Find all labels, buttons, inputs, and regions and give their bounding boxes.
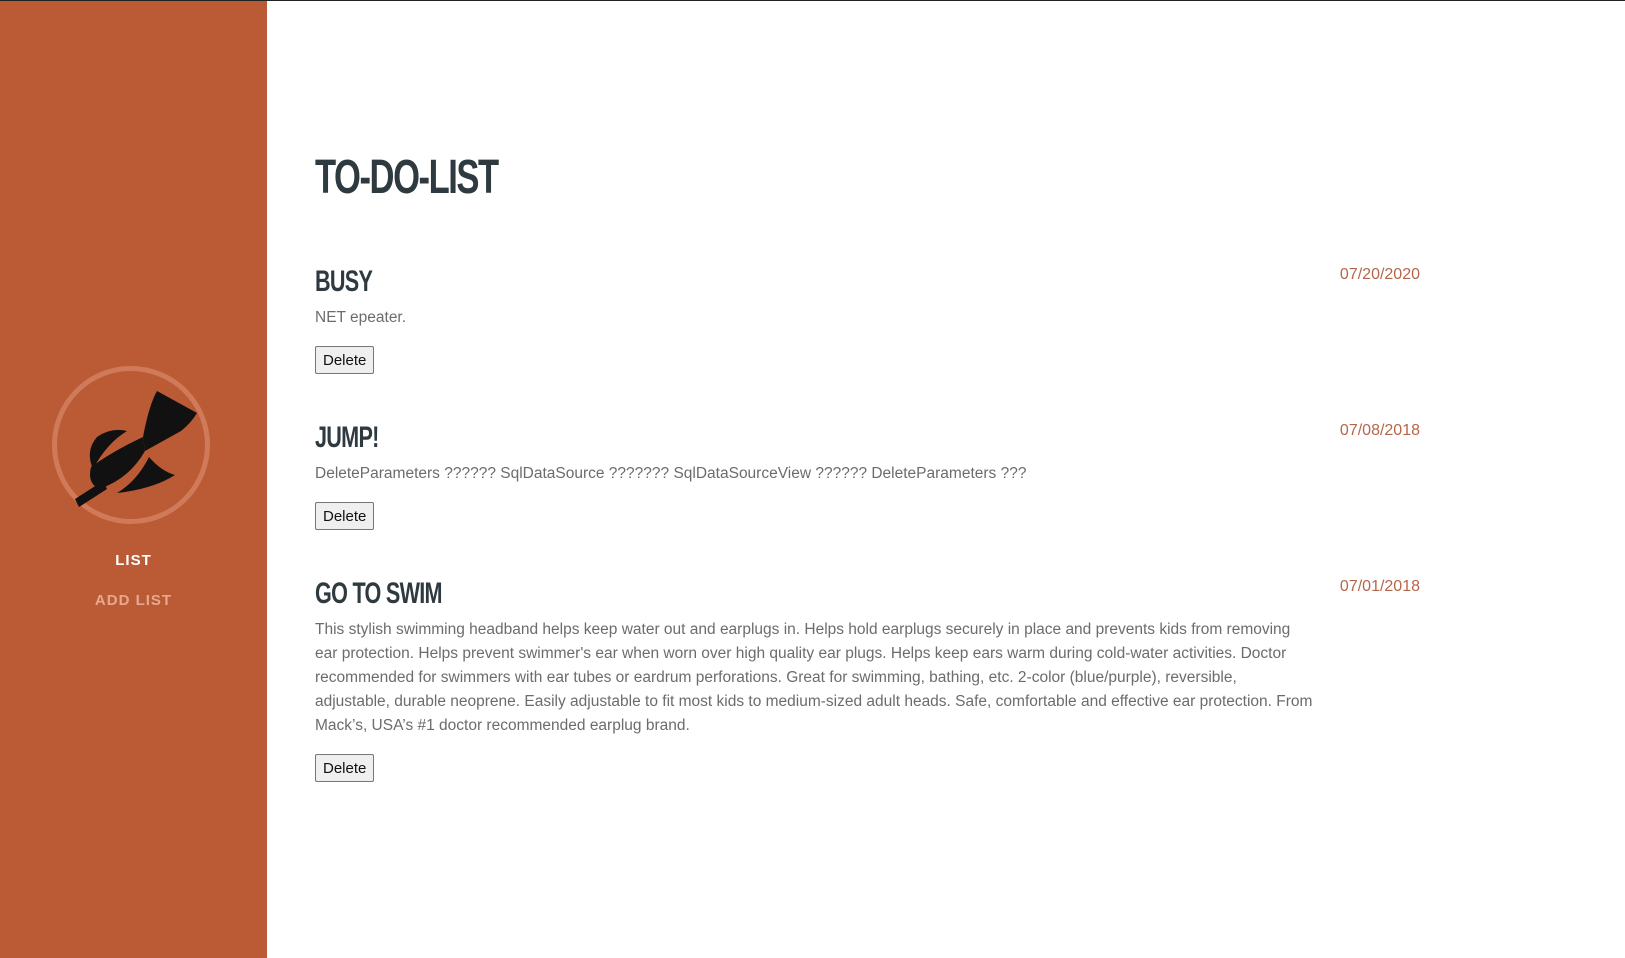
- page-title: TO-DO-LIST: [315, 151, 499, 204]
- todo-item: BUSY 07/20/2020 NET epeater. Delete: [315, 264, 1420, 374]
- delete-button[interactable]: Delete: [315, 754, 375, 782]
- todo-item-title: BUSY: [315, 265, 373, 298]
- todo-item-title: GO TO SWIM: [315, 577, 443, 610]
- nav-item-list[interactable]: LIST: [0, 552, 267, 569]
- nav-item-add-list[interactable]: ADD LIST: [0, 592, 267, 609]
- todo-item: JUMP! 07/08/2018 DeleteParameters ??????…: [315, 420, 1420, 530]
- todo-item: GO TO SWIM 07/01/2018 This stylish swimm…: [315, 576, 1420, 782]
- sidebar: LIST ADD LIST: [0, 0, 267, 958]
- todo-item-description: NET epeater.: [315, 309, 407, 326]
- paddle-feather-icon: [75, 391, 197, 507]
- todo-item-description: This stylish swimming headband helps kee…: [315, 621, 1313, 734]
- todo-item-date: 07/08/2018: [1339, 422, 1420, 439]
- todo-item-date: 07/01/2018: [1339, 578, 1420, 595]
- window-top-border: [0, 0, 1625, 1]
- todo-item-title: JUMP!: [315, 421, 379, 454]
- todo-item-date: 07/20/2020: [1339, 266, 1420, 283]
- logo[interactable]: [52, 366, 210, 524]
- todo-item-description: DeleteParameters ?????? SqlDataSource ??…: [315, 465, 1027, 482]
- delete-button[interactable]: Delete: [315, 346, 375, 374]
- delete-button[interactable]: Delete: [315, 502, 375, 530]
